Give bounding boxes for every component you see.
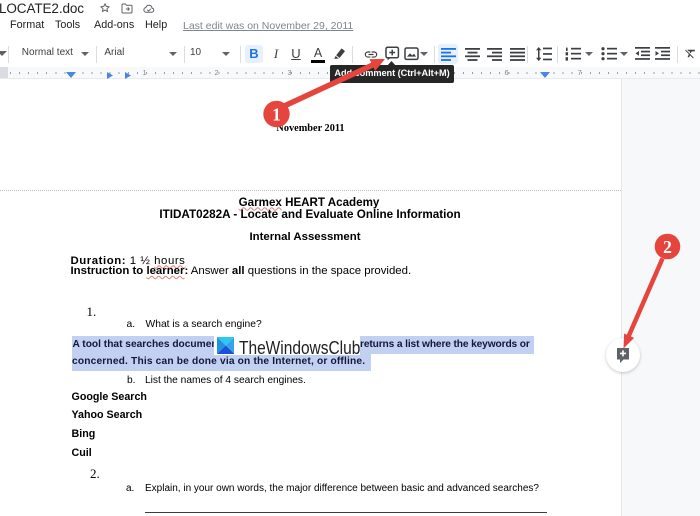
svg-text:1: 1 bbox=[272, 105, 281, 125]
